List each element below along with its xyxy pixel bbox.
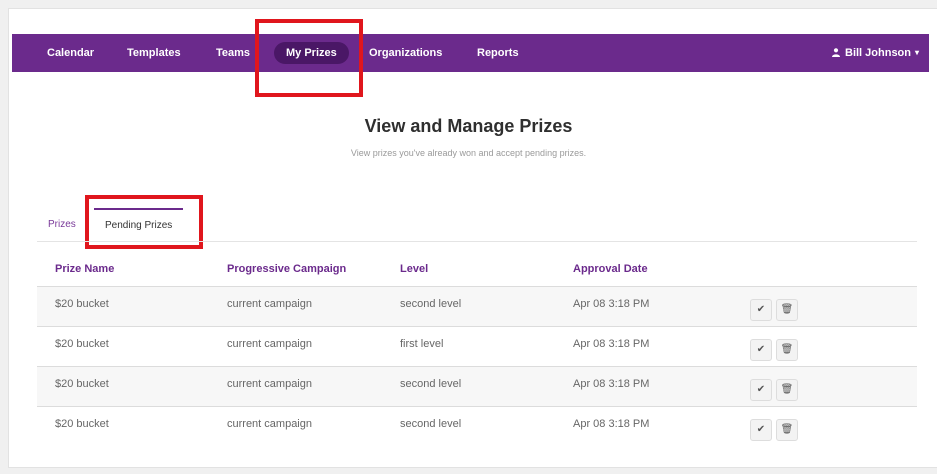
prize-name-cell: $20 bucket xyxy=(55,418,109,430)
column-header-approval-date: Approval Date xyxy=(573,263,648,275)
nav-organizations[interactable]: Organizations xyxy=(369,34,442,72)
trash-icon[interactable]: 🗑 xyxy=(776,339,798,361)
level-cell: second level xyxy=(400,378,462,390)
chevron-down-icon: ▾ xyxy=(915,48,920,57)
level-cell: second level xyxy=(400,298,462,310)
trash-icon[interactable]: 🗑 xyxy=(776,419,798,441)
check-icon[interactable]: ✔ xyxy=(750,419,772,441)
tab-pending-prizes[interactable]: Pending Prizes xyxy=(94,208,184,242)
level-cell: second level xyxy=(400,418,462,430)
user-name: Bill Johnson xyxy=(845,47,911,59)
column-header-level: Level xyxy=(400,263,429,275)
check-icon[interactable]: ✔ xyxy=(750,299,772,321)
page-subtitle: View prizes you've already won and accep… xyxy=(350,148,587,158)
approval-date-cell: Apr 08 3:18 PM xyxy=(573,338,650,350)
tab-prizes[interactable]: Prizes xyxy=(48,219,76,230)
check-icon[interactable]: ✔ xyxy=(750,339,772,361)
table-row: $20 bucket current campaign second level… xyxy=(37,406,917,447)
column-header-prize-name: Prize Name xyxy=(55,263,115,275)
top-navbar: Calendar Templates Teams My Prizes Organ… xyxy=(12,34,929,72)
campaign-cell: current campaign xyxy=(227,338,312,350)
page-title: View and Manage Prizes xyxy=(364,116,573,136)
approval-date-cell: Apr 08 3:18 PM xyxy=(573,298,650,310)
prize-name-cell: $20 bucket xyxy=(55,298,109,310)
level-cell: first level xyxy=(400,338,444,350)
approval-date-cell: Apr 08 3:18 PM xyxy=(573,378,650,390)
check-icon[interactable]: ✔ xyxy=(750,379,772,401)
tabs-divider xyxy=(37,241,917,242)
table-row: $20 bucket current campaign second level… xyxy=(37,366,917,407)
table-row: $20 bucket current campaign first level … xyxy=(37,326,917,367)
nav-reports[interactable]: Reports xyxy=(477,34,519,72)
trash-icon[interactable]: 🗑 xyxy=(776,299,798,321)
campaign-cell: current campaign xyxy=(227,378,312,390)
highlight-box-my-prizes xyxy=(255,19,363,97)
nav-calendar[interactable]: Calendar xyxy=(47,34,94,72)
campaign-cell: current campaign xyxy=(227,298,312,310)
user-menu[interactable]: Bill Johnson ▾ xyxy=(832,34,919,72)
nav-teams[interactable]: Teams xyxy=(216,34,250,72)
column-header-progressive-campaign: Progressive Campaign xyxy=(227,263,347,275)
trash-icon[interactable]: 🗑 xyxy=(776,379,798,401)
nav-templates[interactable]: Templates xyxy=(127,34,181,72)
prize-name-cell: $20 bucket xyxy=(55,378,109,390)
approval-date-cell: Apr 08 3:18 PM xyxy=(573,418,650,430)
campaign-cell: current campaign xyxy=(227,418,312,430)
user-icon xyxy=(832,48,840,57)
table-row: $20 bucket current campaign second level… xyxy=(37,286,917,327)
prize-name-cell: $20 bucket xyxy=(55,338,109,350)
